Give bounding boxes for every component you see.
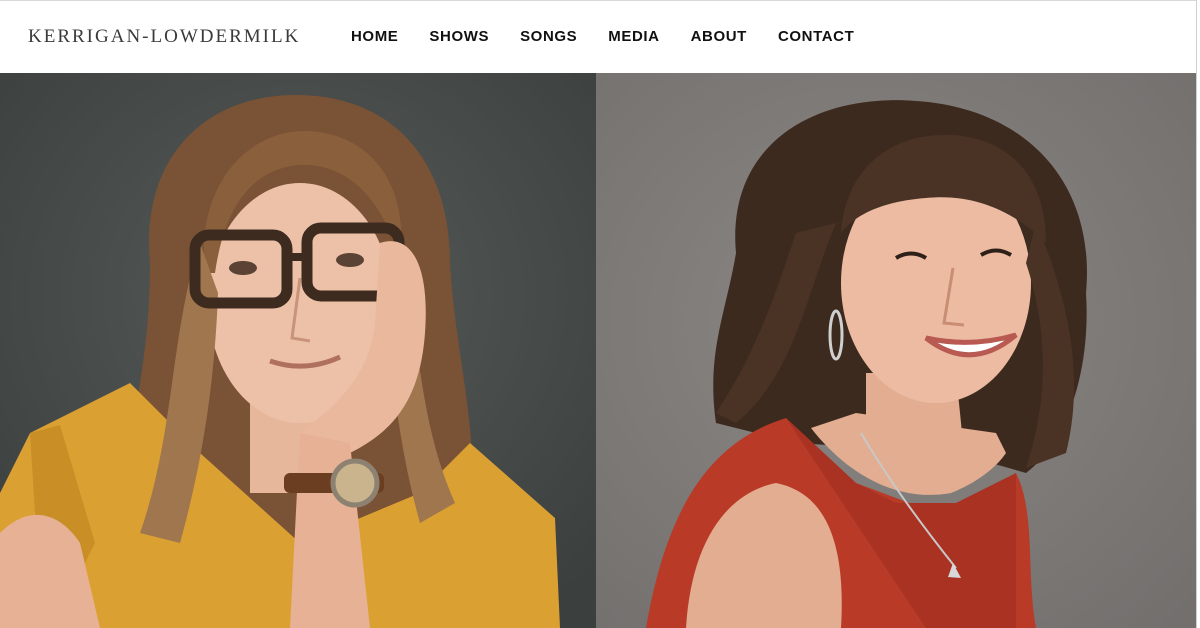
right-portrait-illustration xyxy=(596,73,1196,628)
page: KERRIGAN-LOWDERMILK HOME SHOWS SONGS MED… xyxy=(0,0,1200,628)
hero-section xyxy=(0,73,1196,628)
nav-shows-link[interactable]: SHOWS xyxy=(429,28,489,45)
window-edge-divider xyxy=(1196,0,1200,628)
nav-media-link[interactable]: MEDIA xyxy=(608,28,659,45)
nav-songs-link[interactable]: SONGS xyxy=(520,28,577,45)
site-logo[interactable]: KERRIGAN-LOWDERMILK xyxy=(28,26,300,48)
nav-about-link[interactable]: ABOUT xyxy=(691,28,747,45)
main-nav: HOME SHOWS SONGS MEDIA ABOUT CONTACT xyxy=(351,28,885,45)
right-portrait-photo xyxy=(596,73,1196,628)
nav-contact-link[interactable]: CONTACT xyxy=(778,28,854,45)
site-header: KERRIGAN-LOWDERMILK HOME SHOWS SONGS MED… xyxy=(0,0,1196,73)
left-portrait-photo xyxy=(0,73,596,628)
nav-home-link[interactable]: HOME xyxy=(351,28,398,45)
left-portrait-illustration xyxy=(0,73,596,628)
